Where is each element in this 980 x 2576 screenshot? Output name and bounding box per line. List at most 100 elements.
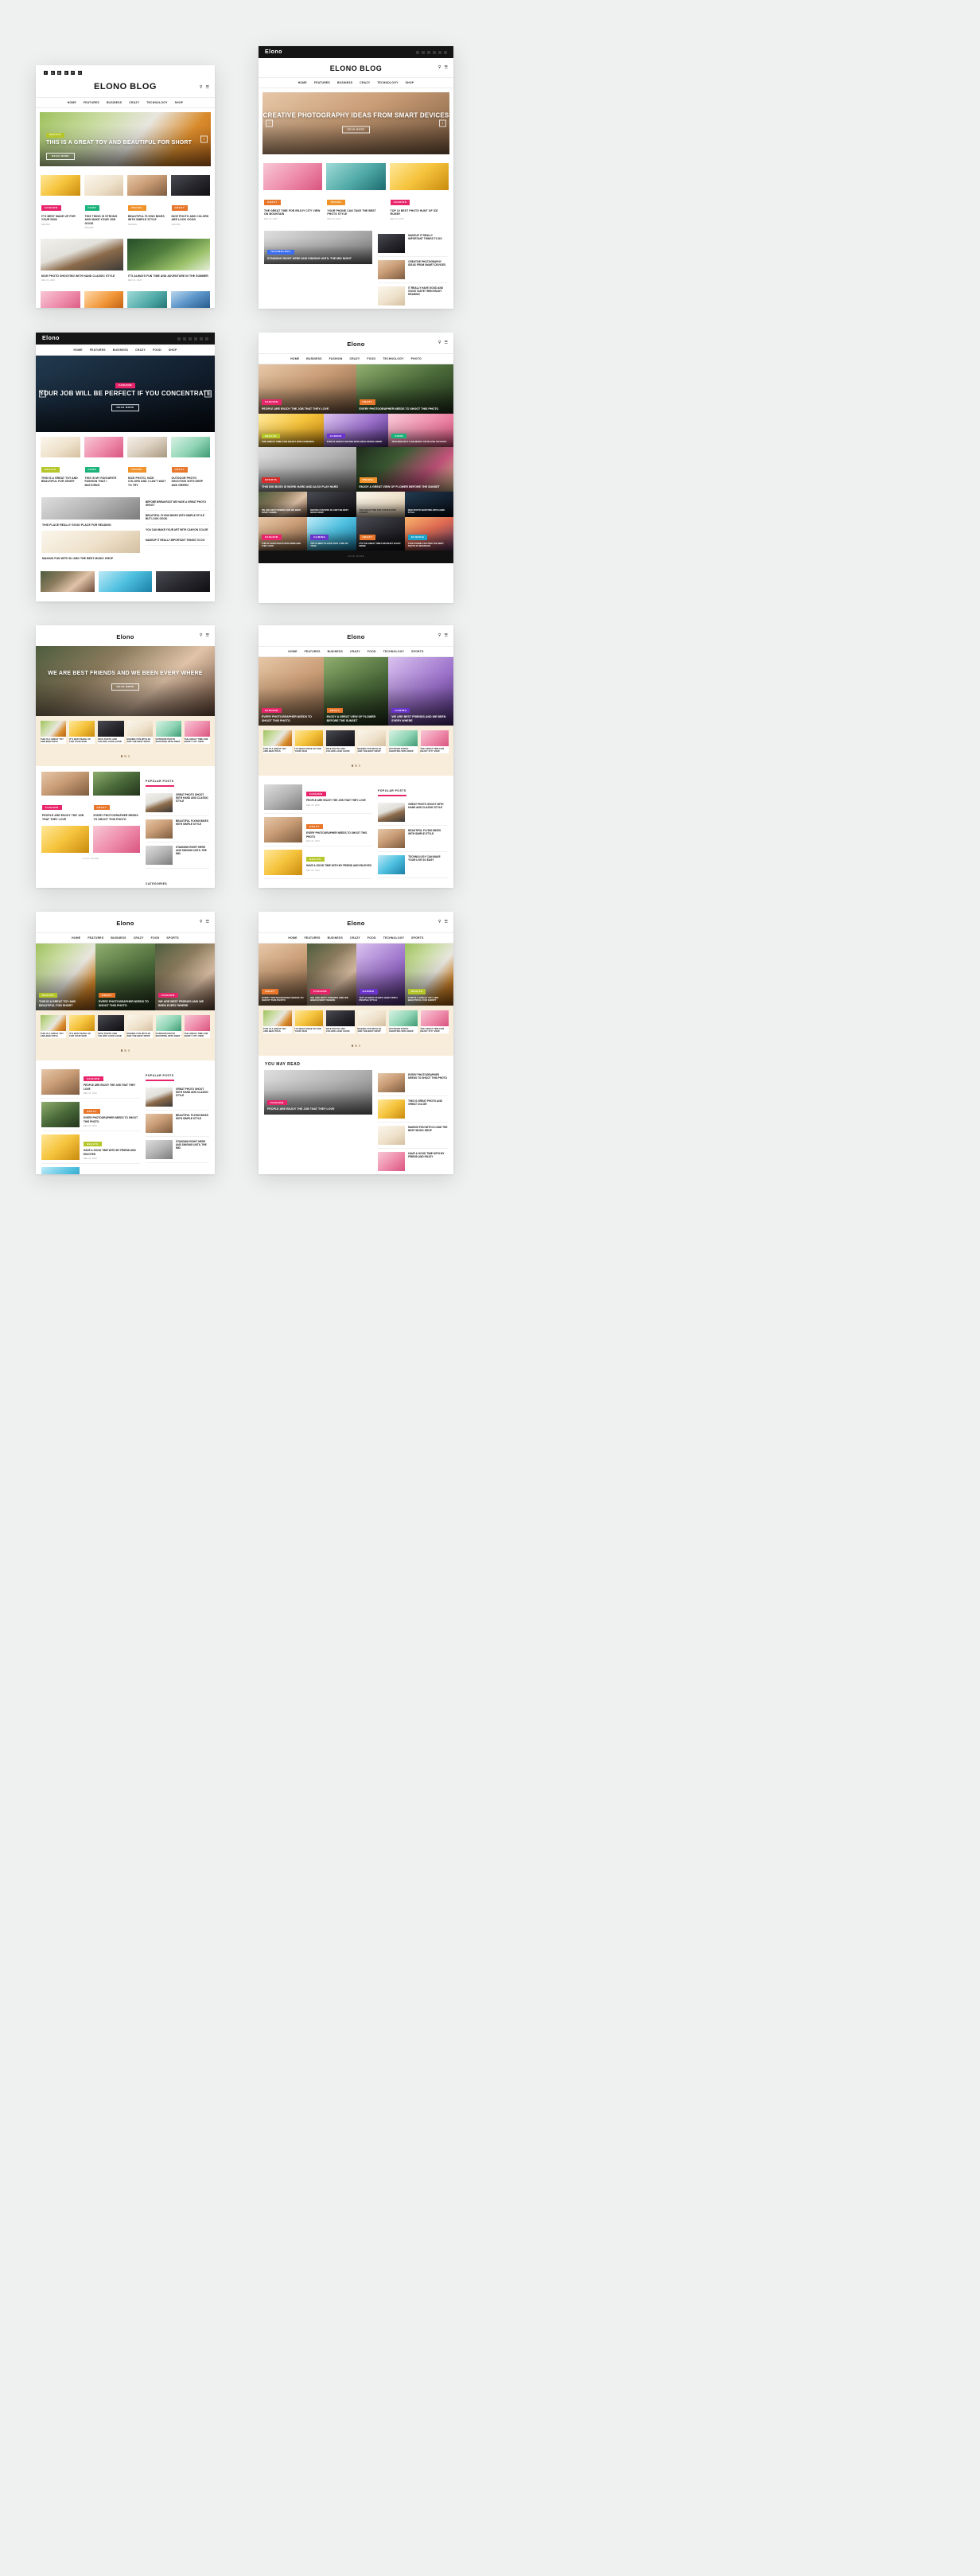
post-title[interactable]: YOU CAN MAKE YOUR ART WITH CANYON COLOR xyxy=(146,528,209,531)
post-title[interactable]: TECHNOLOGY CAN MAKE YOUR LIVE SO EASY xyxy=(391,441,450,444)
search-icon[interactable]: ⚲ xyxy=(438,920,441,924)
category-badge[interactable]: HEALTH xyxy=(306,857,325,862)
hero-slider[interactable]: FASHION YOUR JOB WILL BE PERFECT IF YOU … xyxy=(36,356,215,432)
nav-item-business[interactable]: BUSINESS xyxy=(328,936,343,940)
post-title[interactable]: THE GREAT TIME FOR ENJOY WITH FRIENDS xyxy=(262,441,321,444)
post-title[interactable]: THIS IS A GREAT TOY AND BEAUTIFUL xyxy=(263,1028,292,1033)
post-title[interactable]: EVERY PHOTOGRAPHER NEEDS TO SHOOT THIS P… xyxy=(99,1000,152,1007)
overlay-card[interactable]: GAMING TOP 10 BEST PHOTO HUNT WITH PEOPLE… xyxy=(356,944,405,1006)
post-title[interactable]: NICE PHOTO, NICE COLORS AND I CAN'T WAIT… xyxy=(128,477,166,487)
post-thumbnail[interactable] xyxy=(263,163,323,190)
post-thumbnail[interactable] xyxy=(41,1068,80,1095)
facebook-icon[interactable] xyxy=(177,337,181,340)
list-item[interactable]: BEAUTIFUL FLYING BIKES WITH SIMPLE STYLE xyxy=(146,1111,209,1137)
dot[interactable] xyxy=(124,1049,126,1052)
list-item[interactable]: HEALTH HAVE A GOOD TIME WITH MY FRIEND AN… xyxy=(264,846,373,879)
carousel-item[interactable]: IT'S BEST MAKE UP FOR YOUR SKIN xyxy=(294,1010,323,1033)
post-title[interactable]: EVERY PHOTOGRAPHER NEEDS TO SHOOT THIS P… xyxy=(306,831,372,838)
main-nav[interactable]: HOME FEATURES BUSINESS CRAZY FOOD TECHNO… xyxy=(259,932,453,944)
post-title[interactable]: THE GREAT TIME FOR ENJOY CITY VIEW ON MO… xyxy=(264,209,321,216)
overlay-card[interactable]: THE GREAT TIME FOR COFFEE WITH FRIENDS xyxy=(356,492,405,517)
post-title[interactable]: NICE PHOTO AND COLORS LOOK GOOD xyxy=(98,1033,123,1038)
post-title[interactable]: NICE PHOTO AND COLORS LOOK GOOD xyxy=(98,738,123,744)
nav-item-home[interactable]: HOME xyxy=(298,81,307,84)
post-title[interactable]: THIS IS GREAT SOUND WITH NICE MUSIC DROP xyxy=(327,441,386,444)
post-title[interactable]: THIS PLACE REALLY GOOD PLACE FOR READING xyxy=(42,523,139,527)
hamburger-menu-icon[interactable]: ☰ xyxy=(445,920,448,924)
post-thumbnail[interactable] xyxy=(41,238,123,270)
post-card[interactable]: CRAZY THE GREAT TIME FOR ENJOY CITY VIEW … xyxy=(263,163,323,220)
header-icons[interactable]: ⚲ ☰ xyxy=(438,920,448,924)
list-item[interactable]: BEAUTIFUL FLYING BIKES WITH SIMPLE STYLE… xyxy=(146,511,209,525)
nav-item-crazy[interactable]: CRAZY xyxy=(135,348,146,352)
post-thumbnail[interactable] xyxy=(264,816,302,842)
post-title[interactable]: THIS THING IS STRONG AND MAKE YOUR JOB G… xyxy=(85,215,123,225)
nav-item-photo[interactable]: PHOTO xyxy=(411,357,422,360)
post-thumbnail[interactable] xyxy=(41,437,80,457)
category-badge[interactable]: SCIENCE xyxy=(407,535,428,540)
main-nav[interactable]: HOME FEATURES BUSINESS CRAZY TECHNOLOGY … xyxy=(259,77,453,88)
instagram-icon[interactable] xyxy=(194,337,197,340)
site-logo[interactable]: Elono xyxy=(347,633,364,640)
post-thumbnail[interactable] xyxy=(41,291,80,308)
post-thumbnail[interactable] xyxy=(41,1015,67,1031)
dot[interactable] xyxy=(358,1045,361,1047)
carousel-item[interactable]: OUTDOOR PHOTO SHOOTING WITH DEEP xyxy=(389,730,418,753)
post-title[interactable]: IT'S THE GREAT TIME FOR ENJOY IN HOT DRI… xyxy=(360,543,402,547)
carousel-item[interactable]: THIS IS A GREAT TOY AND BEAUTIFUL xyxy=(41,1015,67,1038)
post-title[interactable]: YOUR PHONE CAN TAKE THE BEST PHOTO OF MO… xyxy=(408,543,450,547)
category-badge[interactable]: GAMING xyxy=(359,989,378,994)
main-nav[interactable]: HOME FEATURES BUSINESS CRAZY TECHNOLOGY … xyxy=(36,97,215,108)
post-title[interactable]: YOUR PHONE CAN TAKE THE BEST PHOTO STYLE xyxy=(327,209,384,216)
dot[interactable] xyxy=(127,755,130,757)
post-thumbnail[interactable] xyxy=(98,721,124,737)
post-card[interactable]: CRAZYIT FEEL LIKE NEW MOVIE THEN CHEER A… xyxy=(156,570,210,601)
dot[interactable] xyxy=(351,765,354,767)
category-badge[interactable]: CRAZY xyxy=(171,205,189,211)
post-card[interactable]: TECHNOLOGYTHE GREAT TIME FOR ENJOY WITH … xyxy=(41,291,80,308)
overlay-card[interactable]: MAKING FUN WITH DJ AND THE BEST MUSIC DR… xyxy=(307,492,356,517)
post-card[interactable]: HEALTH THIS IS A GREAT TOY AND BEAUTIFUL … xyxy=(41,437,80,487)
dot[interactable] xyxy=(351,1045,354,1047)
site-logo[interactable]: ELONO BLOG xyxy=(94,82,157,91)
overlay-card[interactable]: TRAVEL ENJOY A GREAT VIEW OF FLOWER BEFOR… xyxy=(356,447,453,492)
post-carousel-strip[interactable]: THIS IS A GREAT TOY AND BEAUTIFUL IT'S B… xyxy=(259,1006,453,1056)
post-title[interactable]: TOP 10 BEST PHOTO HUNT WITH PEOPLE STYLE xyxy=(360,996,402,1002)
category-badge[interactable]: FASHION xyxy=(262,399,282,405)
list-item[interactable]: HEALTH HAVE A GOOD TIME WITH MY FRIEND AN… xyxy=(41,1131,140,1164)
overlay-card[interactable]: FASHION PEOPLE ARE ENJOY THE JOB THAT THE… xyxy=(259,364,356,414)
dot[interactable] xyxy=(124,755,126,757)
post-title[interactable]: TECHNOLOGY CAN MAKE YOUR LIVE SO EASY xyxy=(408,855,448,862)
post-title[interactable]: THIS IS A GREAT TOY AND BEAUTIFUL FOR SH… xyxy=(39,1000,92,1007)
category-badge[interactable]: HEALTH xyxy=(262,434,280,439)
overlay-card[interactable]: SPORTS THIS BIG BOSS IS WORK HARD AND ALS… xyxy=(259,447,356,492)
list-item[interactable]: TECHNOLOGY CAN MAKE YOUR LIVE SO EASY xyxy=(378,852,448,878)
post-title[interactable]: TOP 10 BEST PHOTO HUNT OF ICE RUGBY xyxy=(391,209,448,216)
post-thumbnail[interactable] xyxy=(41,175,80,196)
mockup-three-column-featured[interactable]: Elono ⚲ ☰ HOME FEATURES BUSINESS CRAZY F… xyxy=(259,625,453,888)
post-title[interactable]: BEAUTIFUL FLYING BIKES WITH SIMPLE STYLE xyxy=(176,819,209,826)
post-thumbnail[interactable] xyxy=(184,1015,210,1031)
overlay-card[interactable]: CRAZY ENJOY A GREAT VIEW OF FLOWER BEFORE… xyxy=(323,657,389,726)
carousel-item[interactable]: NICE PHOTO AND COLORS LOOK GOOD xyxy=(326,1010,355,1033)
site-logo[interactable]: Elono xyxy=(347,340,364,348)
post-card[interactable]: FOOD THIS THING IS STRONG AND MAKE YOUR J… xyxy=(84,175,123,229)
post-title[interactable]: THE GREAT TIME FOR ENJOY CITY VIEW xyxy=(421,1028,449,1033)
category-badge[interactable]: CRAZY xyxy=(326,707,344,714)
nav-item-technology[interactable]: TECHNOLOGY xyxy=(146,101,167,104)
list-item[interactable]: THIS IS GREAT PHOTO AND GREAT COLOR xyxy=(378,1096,448,1123)
carousel-item[interactable]: IT'S BEST MAKE UP FOR YOUR SKIN xyxy=(69,1015,95,1038)
featured-overlay-card[interactable]: TECHNOLOGY STANDING RIGHT HERE AND SINGIN… xyxy=(264,230,373,264)
list-item[interactable]: MAKEUP IT REALLY IMPORTANT THINGS TO DO xyxy=(378,231,448,257)
category-badge[interactable]: HEALTH xyxy=(41,467,60,473)
category-badge[interactable]: FOOD xyxy=(84,467,100,473)
instagram-icon[interactable]: O xyxy=(77,71,82,75)
category-badge[interactable]: CRAZY xyxy=(359,399,376,405)
post-title[interactable]: OUTDOOR PHOTO SHOOTING WITH DEEP xyxy=(156,738,181,744)
list-item[interactable]: BEFORE BREAKFAST WE HAVE A GREAT PHOTO S… xyxy=(146,497,209,512)
nav-item-crazy[interactable]: CRAZY xyxy=(350,936,360,940)
post-title[interactable]: BEAUTIFUL FLYING BIKES WITH SIMPLE STYLE xyxy=(128,215,166,222)
hamburger-menu-icon[interactable]: ☰ xyxy=(445,340,448,345)
post-thumbnail[interactable] xyxy=(41,826,89,854)
carousel-item[interactable]: NICE PHOTO AND COLORS LOOK GOOD xyxy=(98,721,124,744)
